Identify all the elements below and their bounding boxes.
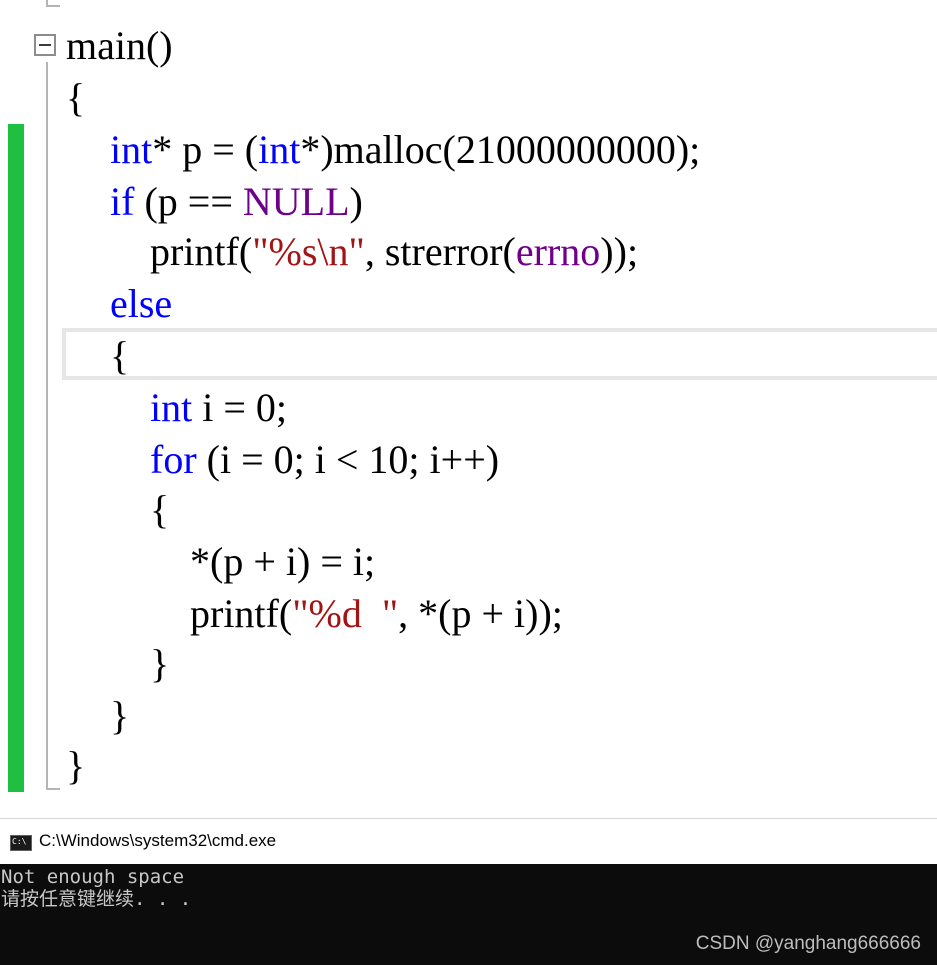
outline-guide-bottom-end (46, 788, 60, 790)
code-line[interactable]: { (70, 330, 129, 382)
code-line[interactable]: { (66, 72, 85, 124)
code-string: "%s\n" (252, 229, 365, 274)
change-tracking-bar (8, 124, 24, 792)
code-token: } (70, 641, 170, 686)
code-line[interactable]: main() (66, 20, 173, 72)
code-token: i = 0; (192, 385, 288, 430)
code-token: * p = ( (152, 127, 259, 172)
code-keyword: else (110, 281, 173, 326)
code-keyword: int (258, 127, 301, 172)
code-token: main() (66, 23, 173, 68)
code-line[interactable]: } (70, 690, 129, 742)
code-token: { (70, 333, 130, 378)
code-keyword: int (110, 127, 153, 172)
code-token: { (70, 487, 170, 532)
code-token: printf( (70, 591, 293, 636)
code-line[interactable]: printf("%s\n", strerror(errno)); (70, 226, 638, 278)
code-string: "%d " (292, 591, 399, 636)
code-token: } (70, 693, 130, 738)
watermark: CSDN @yanghang666666 (695, 933, 921, 954)
code-line[interactable]: printf("%d ", *(p + i)); (70, 588, 563, 640)
outline-guide-top-end (46, 5, 60, 7)
code-token: (p == (134, 179, 243, 224)
code-editor[interactable]: main(){ int* p = (int*)malloc(2100000000… (0, 0, 937, 818)
console-title: C:\Windows\system32\cmd.exe (39, 831, 277, 850)
code-line[interactable]: else (70, 278, 172, 330)
console-window[interactable]: C:\Windows\system32\cmd.exe Not enough s… (0, 818, 937, 965)
code-token: } (66, 743, 86, 788)
console-output-area[interactable]: Not enough space 请按任意键继续. . . CSDN @yang… (0, 864, 937, 965)
code-macro: NULL (242, 179, 350, 224)
code-line[interactable]: *(p + i) = i; (70, 536, 375, 588)
code-keyword: int (150, 385, 193, 430)
console-titlebar[interactable]: C:\Windows\system32\cmd.exe (0, 818, 937, 864)
code-line[interactable]: } (70, 638, 169, 690)
code-line[interactable]: { (70, 484, 169, 536)
code-token: (i = 0; i < 10; i++) (196, 437, 500, 482)
console-output-line: Not enough space (1, 866, 185, 888)
code-token: { (66, 75, 86, 120)
collapse-icon[interactable] (34, 34, 56, 56)
code-token: ) (349, 179, 363, 224)
cmd-icon (10, 835, 32, 851)
code-line[interactable]: if (p == NULL) (70, 176, 363, 228)
code-macro: errno (515, 229, 601, 274)
code-line[interactable]: int* p = (int*)malloc(21000000000); (70, 124, 700, 176)
code-line[interactable]: } (66, 740, 85, 792)
code-keyword: for (150, 437, 197, 482)
code-token: *(p + i) = i; (70, 539, 376, 584)
console-output-line: 请按任意键继续. . . (1, 888, 192, 910)
code-line[interactable]: for (i = 0; i < 10; i++) (70, 434, 499, 486)
code-keyword: if (110, 179, 135, 224)
outline-guide-main (46, 62, 48, 790)
code-token: , strerror( (364, 229, 516, 274)
code-token: , *(p + i)); (398, 591, 563, 636)
code-token: printf( (70, 229, 253, 274)
code-token: )); (600, 229, 639, 274)
code-line[interactable]: int i = 0; (70, 382, 287, 434)
current-line-highlight (62, 328, 937, 380)
code-token: *)malloc(21000000000); (300, 127, 701, 172)
